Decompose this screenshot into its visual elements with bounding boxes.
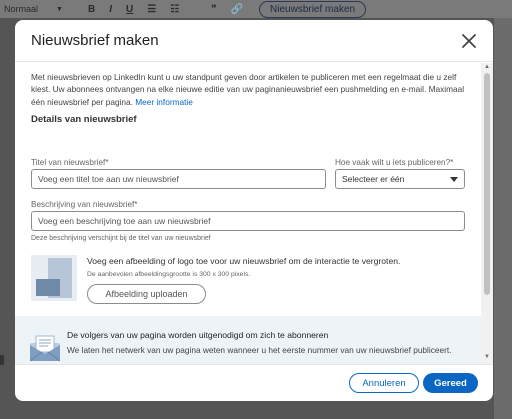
description-helper: Deze beschrijving verschijnt bij de tite… bbox=[31, 235, 211, 242]
done-button[interactable]: Gereed bbox=[423, 373, 478, 393]
chevron-down-icon bbox=[450, 176, 458, 182]
image-placeholder-icon bbox=[31, 255, 77, 301]
scroll-up-icon[interactable]: ▲ bbox=[484, 64, 490, 70]
italic-icon[interactable]: I bbox=[109, 4, 112, 15]
notice-title: De volgers van uw pagina worden uitgenod… bbox=[67, 330, 329, 340]
quote-icon[interactable]: ❞ bbox=[211, 4, 216, 15]
upload-image-button[interactable]: Afbeelding uploaden bbox=[87, 284, 206, 304]
subscriber-notice: De volgers van uw pagina worden uitgenod… bbox=[15, 316, 481, 364]
image-title: Voeg een afbeelding of logo toe voor uw … bbox=[87, 256, 401, 266]
scroll-down-icon[interactable]: ▼ bbox=[484, 354, 490, 360]
scrollbar-thumb[interactable] bbox=[484, 73, 490, 295]
dialog-body: Met nieuwsbrieven op LinkedIn kunt u uw … bbox=[15, 63, 481, 364]
cancel-button[interactable]: Annuleren bbox=[349, 373, 419, 393]
create-newsletter-dialog: Nieuwsbrief maken Met nieuwsbrieven op L… bbox=[15, 20, 493, 401]
bold-icon[interactable]: B bbox=[88, 4, 95, 15]
envelope-icon bbox=[29, 335, 61, 362]
dialog-title: Nieuwsbrief maken bbox=[31, 32, 159, 49]
underline-icon[interactable]: U bbox=[126, 4, 133, 15]
create-newsletter-button[interactable]: Nieuwsbrief maken bbox=[259, 0, 367, 18]
close-icon[interactable] bbox=[459, 31, 479, 51]
title-input[interactable]: Voeg een titel toe aan uw nieuwsbrief bbox=[31, 169, 326, 189]
chevron-down-icon: ▼ bbox=[56, 5, 63, 13]
image-hint: De aanbevolen afbeeldingsgrootte is 300 … bbox=[87, 271, 251, 278]
format-select[interactable]: Normaal ▼ bbox=[4, 4, 68, 14]
text-style-group: B I U ☰ ☷ bbox=[88, 4, 179, 15]
frequency-field-label: Hoe vaak wilt u iets publiceren?* bbox=[335, 158, 454, 167]
description-input[interactable]: Voeg een beschrijving toe aan uw nieuwsb… bbox=[31, 211, 465, 231]
section-title: Details van nieuwsbrief bbox=[31, 113, 137, 125]
bullet-list-icon[interactable]: ☰ bbox=[147, 4, 156, 15]
frequency-select[interactable]: Selecteer er één bbox=[335, 169, 465, 189]
notice-text: We laten het netwerk van uw pagina weten… bbox=[67, 345, 452, 355]
intro-paragraph: Met nieuwsbrieven op LinkedIn kunt u uw … bbox=[15, 63, 465, 108]
editor-toolbar: Normaal ▼ B I U ☰ ☷ ❞ 🔗 Nieuwsbrief make… bbox=[0, 0, 512, 18]
background-panel bbox=[494, 18, 512, 419]
description-field-label: Beschrijving van nieuwsbrief* bbox=[31, 200, 138, 209]
dialog-scrollbar[interactable]: ▲ ▼ bbox=[481, 63, 493, 364]
link-icon[interactable]: 🔗 bbox=[231, 4, 243, 15]
frequency-selected-value: Selecteer er één bbox=[342, 174, 405, 184]
numbered-list-icon[interactable]: ☷ bbox=[170, 4, 179, 15]
background-mark bbox=[0, 355, 4, 365]
intro-text: Met nieuwsbrieven op LinkedIn kunt u uw … bbox=[31, 72, 465, 107]
dialog-header: Nieuwsbrief maken bbox=[15, 20, 493, 62]
dialog-footer: Annuleren Gereed bbox=[15, 364, 493, 401]
title-field-label: Titel van nieuwsbrief* bbox=[31, 158, 109, 167]
format-select-label: Normaal bbox=[4, 4, 39, 14]
insert-group: ❞ 🔗 bbox=[211, 4, 243, 15]
learn-more-link[interactable]: Meer informatie bbox=[135, 97, 193, 107]
